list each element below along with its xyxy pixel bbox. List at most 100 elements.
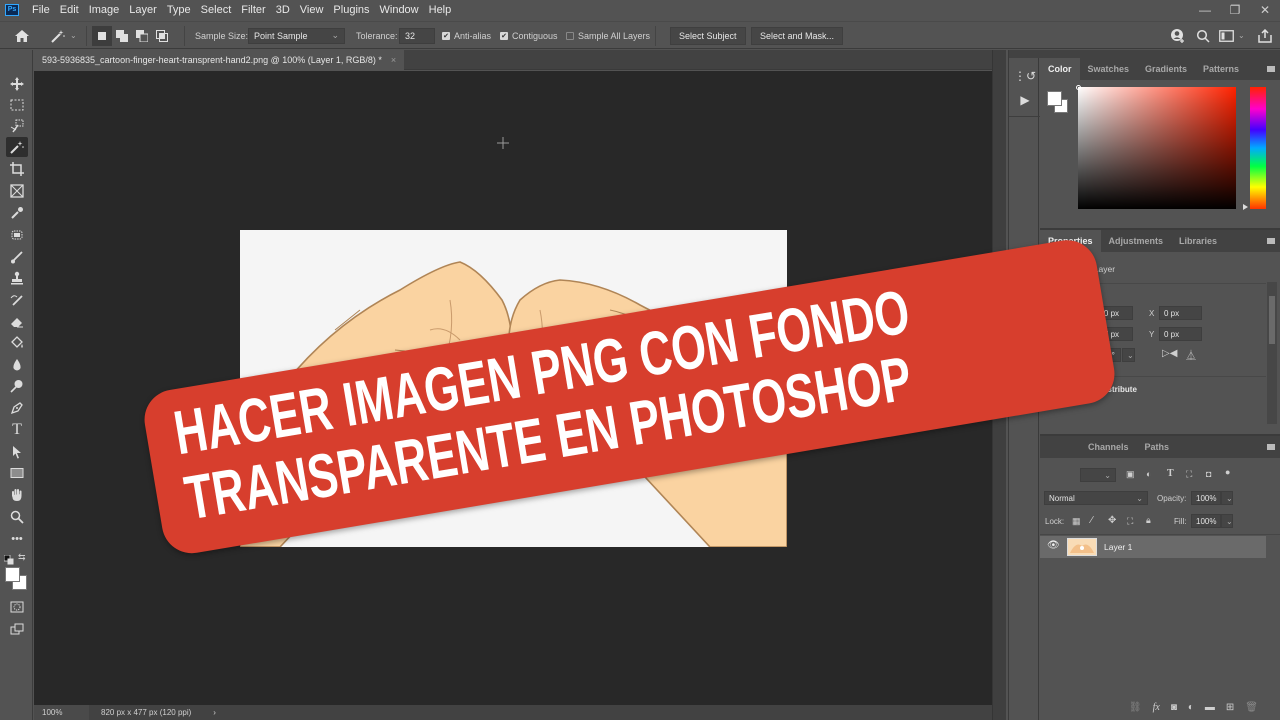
color-picker-handle[interactable] — [1076, 85, 1081, 90]
clone-stamp-tool[interactable] — [6, 268, 28, 288]
menu-file[interactable]: File — [27, 4, 55, 16]
select-subject-button[interactable]: Select Subject — [670, 26, 746, 45]
add-to-selection-button[interactable] — [112, 26, 132, 46]
tolerance-input[interactable]: 32 — [399, 27, 435, 44]
hue-slider[interactable] — [1250, 87, 1266, 209]
menu-edit[interactable]: Edit — [55, 4, 84, 16]
panel-menu-icon[interactable] — [1267, 444, 1275, 450]
fill-dropdown[interactable]: ⌄ — [1221, 514, 1233, 528]
default-colors-button[interactable] — [3, 552, 14, 565]
crop-tool[interactable] — [6, 159, 28, 179]
layer-filter-select[interactable]: ⌄ — [1080, 468, 1116, 482]
flip-horizontal-button[interactable]: ▷◀ — [1162, 348, 1177, 359]
path-selection-tool[interactable] — [6, 442, 28, 462]
menu-filter[interactable]: Filter — [236, 4, 270, 16]
filter-type-button[interactable]: T — [1167, 468, 1174, 479]
move-tool[interactable] — [6, 74, 28, 94]
share-button[interactable] — [1258, 22, 1272, 49]
object-selection-tool[interactable] — [6, 116, 28, 136]
paint-bucket-tool[interactable] — [6, 333, 28, 353]
dock-grip[interactable] — [1009, 50, 1040, 58]
type-tool[interactable]: T — [6, 420, 28, 440]
zoom-level[interactable]: 100% — [34, 705, 89, 720]
search-button[interactable] — [1196, 22, 1210, 49]
magic-wand-tool[interactable] — [6, 137, 28, 157]
pen-tool[interactable] — [6, 398, 28, 418]
opacity-input[interactable]: 100% — [1191, 491, 1221, 505]
menu-view[interactable]: View — [295, 4, 329, 16]
lock-artboard-button[interactable]: ⛶ — [1127, 516, 1133, 527]
dodge-tool[interactable] — [6, 376, 28, 396]
anti-alias-checkbox[interactable]: ✔ Anti-alias — [442, 22, 491, 49]
new-adjustment-layer-button[interactable]: ◐ — [1188, 702, 1194, 713]
home-button[interactable] — [14, 22, 30, 49]
tab-patterns[interactable]: Patterns — [1195, 58, 1247, 80]
opacity-dropdown[interactable]: ⌄ — [1221, 491, 1233, 505]
status-more-arrow[interactable]: › — [213, 708, 216, 717]
menu-layer[interactable]: Layer — [124, 4, 162, 16]
delete-layer-button[interactable]: 🗑︎ — [1245, 702, 1258, 713]
filter-smart-object-button[interactable]: ◘ — [1206, 469, 1211, 479]
color-fg-swatch[interactable] — [1047, 91, 1062, 106]
new-selection-button[interactable] — [92, 25, 112, 46]
blend-mode-select[interactable]: Normal ⌄ — [1044, 491, 1148, 505]
layer-row[interactable]: 👁︎ Layer 1 — [1040, 536, 1266, 558]
intersect-selection-button[interactable] — [152, 26, 172, 46]
select-and-mask-button[interactable]: Select and Mask... — [751, 26, 844, 45]
x-input[interactable]: 0 px — [1159, 306, 1202, 320]
rectangle-tool[interactable] — [6, 463, 28, 483]
link-layers-button[interactable]: ⛓︎ — [1129, 702, 1142, 713]
properties-scrollbar[interactable] — [1267, 282, 1277, 424]
screen-mode-button[interactable] — [6, 619, 28, 639]
document-tab[interactable]: 593-5936835_cartoon-finger-heart-transpr… — [34, 50, 405, 70]
close-window-button[interactable]: ✕ — [1250, 0, 1280, 19]
panel-grip[interactable] — [1040, 50, 1280, 58]
minimize-button[interactable]: — — [1190, 0, 1220, 19]
lock-transparent-button[interactable]: ▦ — [1072, 516, 1081, 527]
brush-tool[interactable] — [6, 247, 28, 267]
fill-input[interactable]: 100% — [1191, 514, 1221, 528]
actions-panel-button[interactable]: ▶ — [1017, 92, 1033, 108]
eraser-tool[interactable] — [6, 312, 28, 332]
workspace-button[interactable]: ⌄ — [1219, 22, 1245, 49]
hue-slider-handle[interactable] — [1243, 204, 1248, 210]
new-group-button[interactable]: ▬ — [1205, 702, 1215, 713]
tab-adjustments[interactable]: Adjustments — [1101, 230, 1172, 252]
foreground-color-swatch[interactable] — [5, 567, 20, 582]
sample-size-select[interactable]: Point Sample ⌄ — [248, 27, 345, 44]
tool-preset-picker[interactable]: ⌄ — [50, 22, 77, 49]
subtract-from-selection-button[interactable] — [132, 26, 152, 46]
add-layer-style-button[interactable]: fx — [1153, 702, 1160, 713]
layer-name[interactable]: Layer 1 — [1104, 542, 1132, 552]
sample-all-layers-checkbox[interactable]: Sample All Layers — [566, 22, 650, 49]
swap-colors-button[interactable]: ⇆ — [18, 552, 28, 562]
tab-gradients[interactable]: Gradients — [1137, 58, 1195, 80]
angle-dropdown[interactable]: ⌄ — [1122, 348, 1135, 362]
flip-vertical-button[interactable]: ⏅ — [1186, 347, 1196, 362]
panel-menu-icon[interactable] — [1267, 66, 1275, 72]
history-panel-button[interactable]: ⋮↺ — [1014, 68, 1036, 84]
spot-healing-tool[interactable] — [6, 225, 28, 245]
menu-select[interactable]: Select — [196, 4, 237, 16]
tab-libraries[interactable]: Libraries — [1171, 230, 1225, 252]
y-input[interactable]: 0 px — [1159, 327, 1202, 341]
lock-position-button[interactable]: ✥ — [1108, 515, 1116, 526]
menu-help[interactable]: Help — [424, 4, 457, 16]
menu-image[interactable]: Image — [84, 4, 125, 16]
blur-tool[interactable] — [6, 355, 28, 375]
hand-tool[interactable] — [6, 485, 28, 505]
menu-type[interactable]: Type — [162, 4, 196, 16]
new-layer-button[interactable]: ⊞ — [1226, 702, 1234, 713]
eyedropper-tool[interactable] — [6, 203, 28, 223]
menu-plugins[interactable]: Plugins — [328, 4, 374, 16]
more-tools-button[interactable]: ••• — [6, 529, 28, 549]
tab-paths[interactable]: Paths — [1137, 436, 1178, 458]
quick-mask-button[interactable] — [6, 597, 28, 617]
share-user-button[interactable] — [1170, 22, 1186, 49]
marquee-tool[interactable] — [6, 95, 28, 115]
filter-toggle[interactable]: ● — [1225, 467, 1230, 477]
saturation-brightness-field[interactable] — [1078, 87, 1236, 209]
frame-tool[interactable] — [6, 181, 28, 201]
close-tab-icon[interactable]: × — [391, 55, 396, 65]
tab-channels[interactable]: Channels — [1080, 436, 1137, 458]
